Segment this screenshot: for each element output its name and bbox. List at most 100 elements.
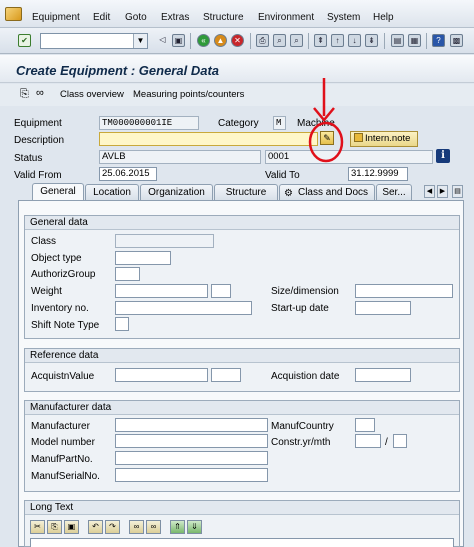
group-title: General data: [25, 216, 459, 230]
sap-app-icon[interactable]: [5, 7, 22, 21]
tab-serial[interactable]: Ser...: [376, 184, 412, 200]
save-icon[interactable]: ▣: [172, 34, 185, 47]
equipment-field[interactable]: TM000000001IE: [99, 116, 199, 130]
find-next-text-icon[interactable]: ∞: [146, 520, 161, 534]
menu-equipment[interactable]: Equipment: [32, 12, 80, 23]
object-type-label: Object type: [31, 253, 82, 264]
valid-to-input[interactable]: 31.12.9999: [348, 167, 408, 181]
tab-scroll-right-icon[interactable]: ▶: [437, 185, 448, 198]
group-title: Reference data: [25, 349, 459, 363]
tab-organization[interactable]: Organization: [140, 184, 213, 200]
internal-note-button[interactable]: Intern.note: [350, 131, 418, 147]
back-arrow-icon[interactable]: ◁: [156, 34, 169, 47]
class-field[interactable]: [115, 234, 214, 248]
enter-check-icon[interactable]: ✔: [18, 34, 31, 47]
paste-icon[interactable]: ▣: [64, 520, 79, 534]
tab-class-and-docs[interactable]: ⚙ Class and Docs: [279, 184, 375, 200]
class-overview-icon[interactable]: ⎘: [20, 88, 29, 101]
menu-environment[interactable]: Environment: [258, 12, 314, 23]
shift-note-type-input[interactable]: [115, 317, 129, 331]
menu-structure[interactable]: Structure: [203, 12, 244, 23]
manuf-serial-no-label: ManufSerialNo.: [31, 471, 100, 482]
status-field[interactable]: AVLB: [99, 150, 261, 164]
info-icon[interactable]: i: [436, 149, 450, 163]
undo-icon[interactable]: ↶: [88, 520, 103, 534]
next-page-icon[interactable]: ↓: [348, 34, 361, 47]
weight-input[interactable]: [115, 284, 208, 298]
create-session-icon[interactable]: ▤: [391, 34, 404, 47]
menu-edit[interactable]: Edit: [93, 12, 110, 23]
status-code-field[interactable]: 0001: [265, 150, 433, 164]
acquistn-value-input[interactable]: [115, 368, 208, 382]
status-label: Status: [14, 153, 43, 164]
tab-list-icon[interactable]: ▤: [452, 185, 463, 198]
description-input[interactable]: [99, 132, 318, 146]
startup-date-label: Start-up date: [271, 303, 329, 314]
valid-from-label: Valid From: [14, 170, 62, 181]
acquistion-date-input[interactable]: [355, 368, 411, 382]
manuf-country-input[interactable]: [355, 418, 375, 432]
back-icon[interactable]: «: [197, 34, 210, 47]
category-field[interactable]: M: [273, 116, 286, 130]
authoriz-group-input[interactable]: [115, 267, 140, 281]
internal-note-label: Intern.note: [365, 133, 411, 144]
weight-unit-input[interactable]: [211, 284, 231, 298]
cut-icon[interactable]: ✂: [30, 520, 45, 534]
manuf-serial-no-input[interactable]: [115, 468, 268, 482]
tab-location[interactable]: Location: [85, 184, 139, 200]
size-dimension-input[interactable]: [355, 284, 453, 298]
download-icon[interactable]: ⇓: [187, 520, 202, 534]
find-icon[interactable]: ⌕: [273, 34, 286, 47]
glasses-icon[interactable]: ∞: [36, 87, 44, 99]
valid-to-label: Valid To: [265, 170, 300, 181]
measuring-points-button[interactable]: Measuring points/counters: [133, 89, 244, 100]
menu-goto[interactable]: Goto: [125, 12, 147, 23]
authoriz-group-label: AuthorizGroup: [31, 269, 96, 280]
equipment-label: Equipment: [14, 118, 62, 129]
toolbar-separator: [426, 33, 427, 49]
upload-icon[interactable]: ⇑: [170, 520, 185, 534]
redo-icon[interactable]: ↷: [105, 520, 120, 534]
tab-structure[interactable]: Structure: [214, 184, 278, 200]
acquistn-value-label: AcquistnValue: [31, 371, 95, 382]
layout-icon[interactable]: ▩: [450, 34, 463, 47]
find-text-icon[interactable]: ∞: [129, 520, 144, 534]
valid-from-input[interactable]: 25.06.2015: [99, 167, 157, 181]
constr-month-input[interactable]: [393, 434, 407, 448]
weight-label: Weight: [31, 286, 62, 297]
tab-general[interactable]: General: [32, 183, 84, 201]
toolbar-separator: [308, 33, 309, 49]
manufacturer-input[interactable]: [115, 418, 268, 432]
command-field[interactable]: ▼: [40, 33, 148, 49]
note-icon: [354, 133, 363, 142]
copy-icon[interactable]: ⎘: [47, 520, 62, 534]
tab-scroll-left-icon[interactable]: ◀: [424, 185, 435, 198]
find-next-icon[interactable]: ⌕: [290, 34, 303, 47]
menu-system[interactable]: System: [327, 12, 360, 23]
menu-extras[interactable]: Extras: [161, 12, 189, 23]
acquistn-currency-input[interactable]: [211, 368, 241, 382]
manufacturer-label: Manufacturer: [31, 421, 90, 432]
constr-year-input[interactable]: [355, 434, 381, 448]
last-page-icon[interactable]: ⇟: [365, 34, 378, 47]
inventory-no-input[interactable]: [115, 301, 252, 315]
shortcut-icon[interactable]: ▦: [408, 34, 421, 47]
previous-page-icon[interactable]: ↑: [331, 34, 344, 47]
help-icon[interactable]: ?: [432, 34, 445, 47]
print-icon[interactable]: ⎙: [256, 34, 269, 47]
long-text-editor[interactable]: [30, 538, 454, 547]
model-number-input[interactable]: [115, 434, 268, 448]
cancel-icon[interactable]: ✕: [231, 34, 244, 47]
first-page-icon[interactable]: ⇞: [314, 34, 327, 47]
category-label: Category: [218, 118, 259, 129]
exit-icon[interactable]: ▲: [214, 34, 227, 47]
startup-date-input[interactable]: [355, 301, 411, 315]
class-overview-button[interactable]: Class overview: [60, 89, 124, 100]
chevron-down-icon[interactable]: ▼: [133, 34, 147, 48]
tab-class-and-docs-label: Class and Docs: [297, 187, 369, 198]
manuf-part-no-input[interactable]: [115, 451, 268, 465]
menu-help[interactable]: Help: [373, 12, 394, 23]
manuf-country-label: ManufCountry: [271, 421, 334, 432]
object-type-input[interactable]: [115, 251, 171, 265]
toolbar-separator: [250, 33, 251, 49]
